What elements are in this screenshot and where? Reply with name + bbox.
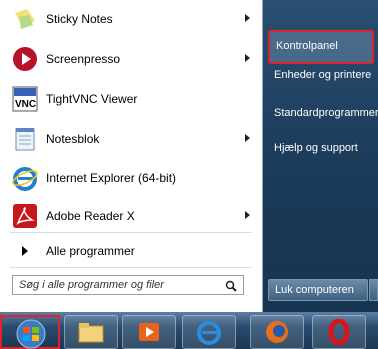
taskbar-media[interactable]	[122, 315, 176, 349]
tightvnc-icon: VNC	[12, 86, 38, 112]
expand-triangle-icon	[22, 246, 28, 256]
media-player-icon	[139, 323, 159, 341]
taskbar-ie[interactable]	[182, 315, 236, 349]
program-adobe-reader[interactable]: Adobe Reader X	[4, 201, 258, 231]
screenpresso-icon	[12, 46, 38, 72]
opera-icon	[328, 319, 350, 345]
file-explorer-icon	[78, 323, 104, 343]
divider	[10, 232, 252, 233]
help-support-link[interactable]: Hjælp og support	[268, 136, 378, 160]
internet-explorer-icon	[197, 321, 221, 345]
program-label: Notesblok	[46, 132, 100, 146]
adobe-reader-icon	[12, 203, 38, 229]
notepad-icon	[12, 126, 38, 152]
program-tightvnc[interactable]: VNC TightVNC Viewer	[4, 84, 258, 114]
program-internet-explorer[interactable]: Internet Explorer (64-bit)	[4, 163, 258, 193]
shutdown-button[interactable]: Luk computeren	[268, 279, 368, 301]
taskbar	[0, 312, 378, 349]
taskbar-explorer[interactable]	[64, 315, 118, 349]
search-input[interactable]: Søg i alle programmer og filer	[12, 275, 244, 295]
computer-link[interactable]: Computer	[6, 0, 116, 16]
devices-printers-link[interactable]: Enheder og printere	[268, 63, 378, 87]
program-label: Screenpresso	[46, 52, 121, 66]
control-panel-link[interactable]: Kontrolpanel	[268, 30, 374, 64]
svg-text:VNC: VNC	[15, 99, 36, 110]
program-label: Internet Explorer (64-bit)	[46, 171, 177, 185]
firefox-icon	[266, 321, 288, 343]
all-programs-button[interactable]: Alle programmer	[4, 236, 258, 266]
program-label: TightVNC Viewer	[46, 92, 138, 106]
submenu-arrow-icon	[245, 54, 250, 62]
program-label: Adobe Reader X	[46, 209, 135, 223]
all-programs-label: Alle programmer	[46, 244, 135, 258]
start-menu-programs-panel: Sticky Notes Screenpresso VNC TightVNC V…	[0, 0, 263, 312]
submenu-arrow-icon	[245, 14, 250, 22]
internet-explorer-icon	[12, 165, 38, 191]
program-screenpresso[interactable]: Screenpresso	[4, 44, 258, 74]
taskbar-opera[interactable]	[312, 315, 366, 349]
shutdown-options-button[interactable]	[369, 279, 378, 301]
program-notesblok[interactable]: Notesblok	[4, 124, 258, 154]
default-programs-link[interactable]: Standardprogrammer	[268, 101, 378, 125]
submenu-arrow-icon	[245, 211, 250, 219]
search-placeholder: Søg i alle programmer og filer	[19, 279, 164, 291]
windows-orb-icon	[16, 319, 46, 349]
search-icon[interactable]	[225, 279, 237, 297]
divider	[10, 267, 252, 268]
taskbar-firefox[interactable]	[250, 315, 304, 349]
submenu-arrow-icon	[245, 134, 250, 142]
start-button[interactable]	[0, 315, 60, 349]
